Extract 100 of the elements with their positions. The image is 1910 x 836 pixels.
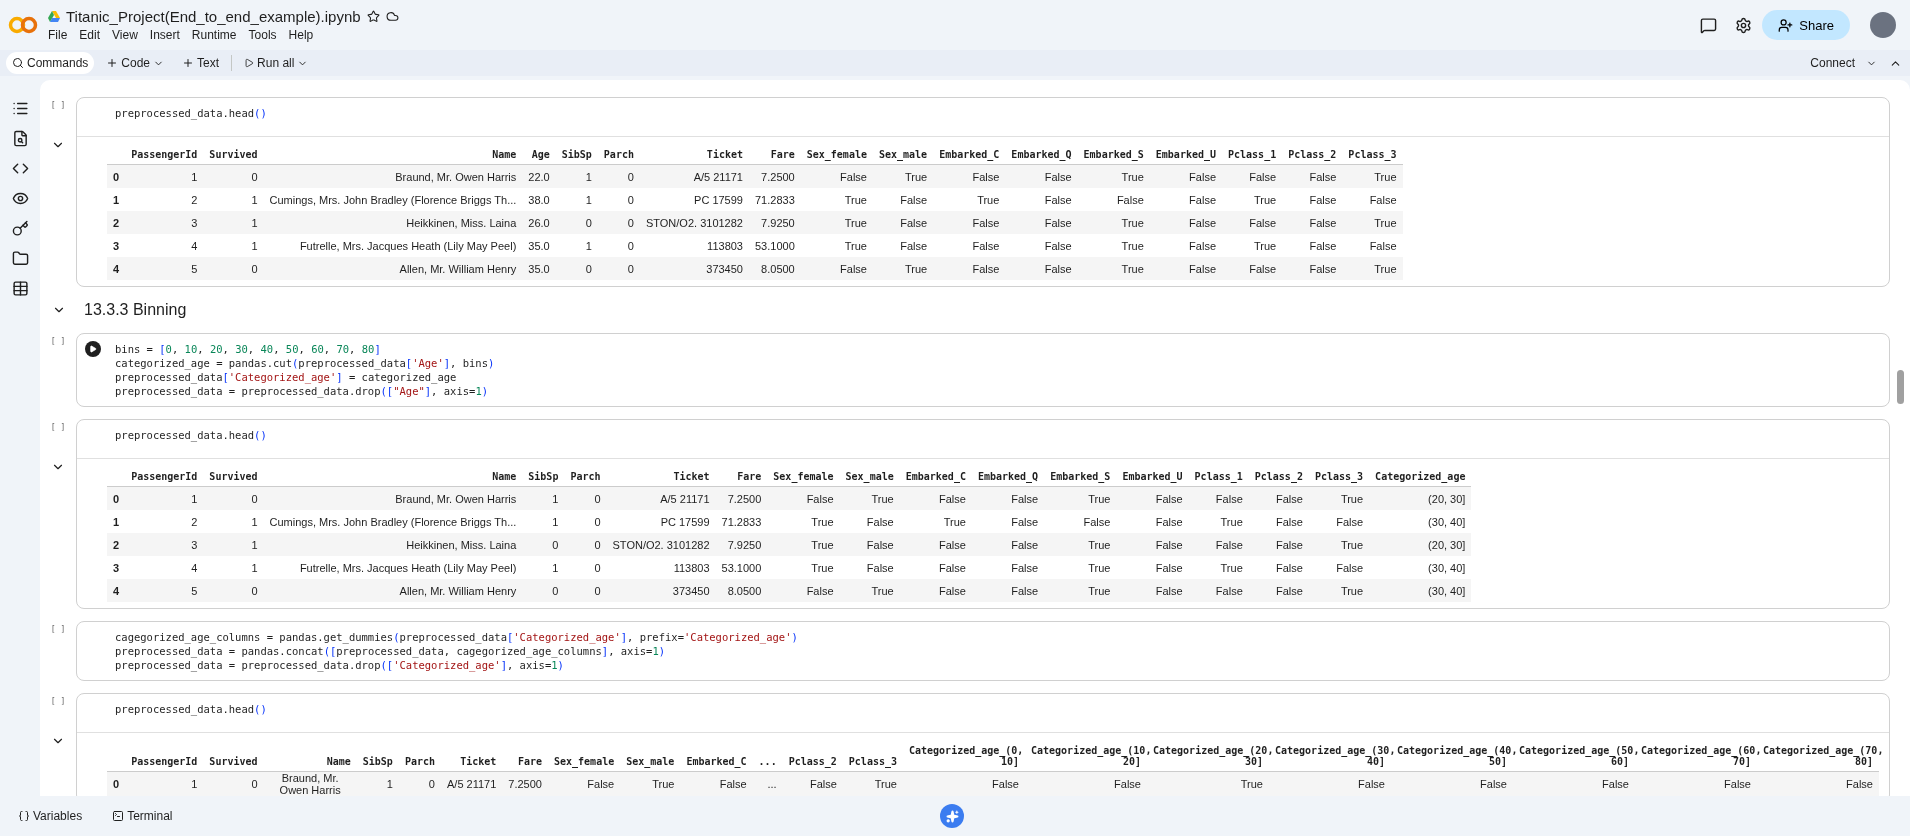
key-icon[interactable] <box>11 220 29 237</box>
table-cell: True <box>1222 188 1283 211</box>
avatar[interactable] <box>1870 12 1896 38</box>
eye-icon[interactable] <box>11 190 29 207</box>
execution-count: [ ] <box>50 697 66 706</box>
table-cell: Cumings, Mrs. John Bradley (Florence Briggs Th... <box>263 510 523 533</box>
table-cell: 1 <box>203 556 264 579</box>
table-cell: False <box>1342 188 1403 211</box>
code-text: bins = [0, 10, 20, 30, 40, 50, 60, 70, 80] categorized_age = pandas.cut(preprocessed_data['Age'], bins) preprocessed_data['Categorized_age'] = categorized_age preprocessed_data = preprocessed_data.drop(["Age"], axis=1) <box>115 342 495 398</box>
table-cell: False <box>971 556 1045 579</box>
code-cell[interactable] <box>76 97 1890 287</box>
table-cell: 0 <box>564 533 607 556</box>
table-cell: 0 <box>564 486 607 510</box>
table-cell: False <box>933 234 1006 257</box>
find-icon[interactable] <box>11 130 29 147</box>
star-icon[interactable] <box>366 10 380 23</box>
table-cell: True <box>767 510 840 533</box>
column-header: Pclass_3 <box>1308 467 1370 487</box>
table-cell: 0 <box>203 257 264 280</box>
scrollbar-thumb[interactable] <box>1897 370 1904 404</box>
table-cell: True <box>1044 533 1117 556</box>
table-cell: 1 <box>125 164 204 188</box>
table-cell: False <box>1635 771 1757 796</box>
table-cell: 5 <box>125 257 204 280</box>
table-cell: False <box>1248 533 1309 556</box>
table-cell: False <box>1005 188 1078 211</box>
column-header: Survived <box>203 145 264 165</box>
folder-icon[interactable] <box>11 250 29 267</box>
gemini-button[interactable] <box>940 804 964 828</box>
share-button[interactable]: Share <box>1762 10 1850 40</box>
table-cell: False <box>1248 579 1309 602</box>
table-cell: True <box>800 188 873 211</box>
variables-button[interactable]: Variables <box>12 805 89 827</box>
table-cell: PC 17599 <box>606 510 716 533</box>
settings-icon[interactable] <box>1735 16 1753 34</box>
add-code-button[interactable]: Code <box>100 52 171 74</box>
comment-icon[interactable] <box>1700 16 1718 34</box>
table-cell: False <box>1222 257 1283 280</box>
table-cell: False <box>1116 486 1189 510</box>
table-cell: 1 <box>555 234 598 257</box>
table-cell: Futrelle, Mrs. Jacques Heath (Lily May Peel) <box>263 556 523 579</box>
table-cell: 53.1000 <box>749 234 801 257</box>
column-header: Age <box>522 145 556 165</box>
table-cell: False <box>1005 234 1078 257</box>
menu-item[interactable]: Runtime <box>191 28 237 42</box>
table-cell: 0 <box>522 579 565 602</box>
commands-button[interactable]: Commands <box>6 52 95 74</box>
run-cell-button[interactable] <box>85 341 101 357</box>
table-cell: Futrelle, Mrs. Jacques Heath (Lily May Peel) <box>263 234 523 257</box>
table-cell: (30, 40] <box>1369 556 1472 579</box>
column-header: SibSp <box>356 741 399 772</box>
column-header: Parch <box>564 467 607 487</box>
execution-count: [ ] <box>50 423 66 432</box>
plus-icon <box>106 57 119 69</box>
table-cell: 26.0 <box>522 211 556 234</box>
table-cell: (30, 40] <box>1369 579 1472 602</box>
table-cell: False <box>800 257 873 280</box>
table-cell: 1 <box>522 556 565 579</box>
table-of-contents-icon[interactable] <box>11 100 29 117</box>
colab-logo-icon[interactable] <box>8 15 38 35</box>
menu-item[interactable]: Insert <box>149 28 180 42</box>
table-cell: 0 <box>555 257 598 280</box>
table-cell: A/5 21171 <box>606 486 716 510</box>
table-cell: Heikkinen, Miss. Laina <box>263 533 523 556</box>
column-header: Name <box>263 467 523 487</box>
column-header: Pclass_2 <box>1248 467 1309 487</box>
table-cell: 8.0500 <box>715 579 768 602</box>
code-cell[interactable] <box>76 419 1890 609</box>
connect-button[interactable]: Connect <box>1804 52 1883 74</box>
row-index: 3 <box>107 556 126 579</box>
column-header: PassengerId <box>125 467 204 487</box>
menu-item[interactable]: Help <box>288 28 314 42</box>
cloud-icon[interactable] <box>385 10 399 23</box>
run-all-button[interactable]: Run all <box>238 52 315 74</box>
column-header: Ticket <box>639 145 749 165</box>
table-cell: False <box>1282 164 1343 188</box>
table-cell: 1 <box>555 188 598 211</box>
code-cell[interactable] <box>76 621 1890 681</box>
table-cell: False <box>1005 211 1078 234</box>
code-cell[interactable] <box>76 333 1890 407</box>
table-cell: False <box>1282 234 1343 257</box>
column-header: ... <box>752 741 783 772</box>
notebook-title[interactable]: Titanic_Project(End_to_end_example).ipynb <box>66 8 361 25</box>
table-cell: 0 <box>597 257 640 280</box>
table-cell: True <box>1342 257 1403 280</box>
menu-item[interactable]: Edit <box>79 28 101 42</box>
table-cell: True <box>1188 510 1249 533</box>
column-header: Ticket <box>606 467 716 487</box>
add-text-button[interactable]: Text <box>176 52 226 74</box>
menu-item[interactable]: File <box>48 28 68 42</box>
table-cell: True <box>933 188 1006 211</box>
terminal-button[interactable]: Terminal <box>106 805 179 827</box>
menu-item[interactable]: View <box>112 28 138 42</box>
column-header: Ticket <box>441 741 503 772</box>
menu-item[interactable]: Tools <box>248 28 277 42</box>
execution-count: [ ] <box>50 101 66 110</box>
table-cell: 22.0 <box>522 164 556 188</box>
column-header: Name <box>263 741 357 772</box>
table-icon[interactable] <box>11 280 29 297</box>
column-header: Sex_female <box>800 145 873 165</box>
